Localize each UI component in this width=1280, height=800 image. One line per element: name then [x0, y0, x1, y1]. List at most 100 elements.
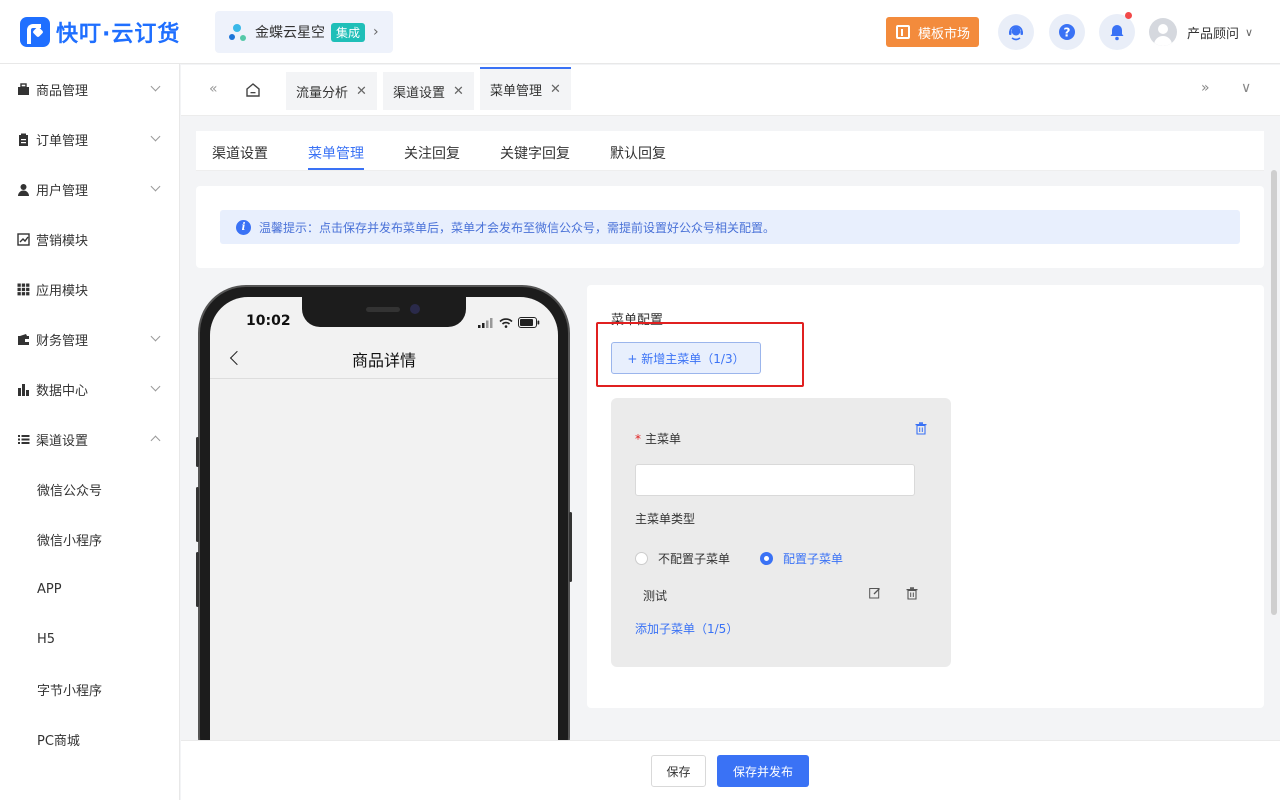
delete-submenu-icon[interactable]	[906, 587, 918, 600]
close-icon[interactable]: ✕	[453, 84, 464, 99]
sidebar-item-marketing[interactable]: 营销模块	[0, 214, 179, 264]
tab-channel-settings[interactable]: 渠道设置 ✕	[383, 72, 474, 110]
wifi-icon	[499, 317, 513, 328]
user-name: 产品顾问	[1187, 26, 1240, 42]
user-icon	[18, 183, 29, 196]
app-logo[interactable]: 快叮·云订货	[20, 16, 180, 48]
active-tab-indicator	[308, 168, 364, 170]
chevron-down-icon[interactable]: ∨	[1241, 80, 1251, 96]
required-mark: *	[635, 432, 641, 446]
main-menu-label-text: 主菜单	[645, 432, 682, 446]
main-menu-editor: * 主菜单 主菜单类型 不配置子菜单 配置子菜单 测试 添加子菜单（1/5）	[611, 398, 951, 667]
home-icon[interactable]	[244, 81, 262, 99]
sidebar: 商品管理 订单管理 用户管理 营销模块 应用模块 财务管理 数据中心 渠道设置 …	[0, 64, 180, 800]
phone-time: 10:02	[246, 313, 291, 329]
scroll-left-icon[interactable]: «	[209, 81, 218, 97]
template-market-label: 模板市场	[918, 26, 971, 42]
sidebar-subitem-bytedance[interactable]: 字节小程序	[0, 664, 179, 714]
customer-service-icon[interactable]	[998, 14, 1034, 50]
submenu-item: 测试	[643, 589, 668, 603]
tab-keyword-reply[interactable]: 关键字回复	[500, 143, 570, 163]
phone-side-button	[196, 487, 199, 542]
sidebar-subitem-wechat-oa[interactable]: 微信公众号	[0, 464, 179, 514]
sidebar-subitem-h5[interactable]: H5	[0, 614, 179, 664]
sidebar-item-finance[interactable]: 财务管理	[0, 314, 179, 364]
top-header: 快叮·云订货 金蝶云星空 集成 › 模板市场 ? 产品顾问 ∨	[0, 0, 1280, 64]
phone-notch	[302, 297, 466, 327]
phone-side-button	[196, 552, 199, 607]
org-badge: 集成	[331, 22, 366, 42]
sidebar-item-label: 订单管理	[36, 133, 89, 149]
close-icon[interactable]: ✕	[550, 82, 561, 97]
bar-chart-icon	[18, 383, 29, 396]
sidebar-item-label: 渠道设置	[36, 433, 89, 449]
user-menu[interactable]: 产品顾问 ∨	[1149, 18, 1253, 46]
radio-with-submenu[interactable]	[760, 552, 774, 565]
chevron-down-icon	[150, 331, 161, 342]
radio-no-submenu-label[interactable]: 不配置子菜单	[658, 550, 730, 567]
radio-no-submenu[interactable]	[635, 552, 648, 565]
sidebar-item-label: 商品管理	[36, 83, 89, 99]
tab-traffic-analysis[interactable]: 流量分析 ✕	[286, 72, 377, 110]
box-icon	[18, 82, 29, 95]
main-menu-input[interactable]	[635, 464, 915, 496]
delete-main-menu-icon[interactable]	[915, 422, 927, 435]
notification-bell-icon[interactable]	[1099, 12, 1135, 50]
scrollbar[interactable]	[1271, 170, 1277, 615]
menu-type-radios: 不配置子菜单 配置子菜单	[635, 550, 843, 567]
phone-page-title: 商品详情	[351, 351, 416, 370]
wallet-icon	[18, 333, 29, 345]
tab-label: 渠道设置	[393, 85, 446, 101]
page-tab-strip: « 流量分析 ✕ 渠道设置 ✕ 菜单管理 ✕ » ∨	[181, 65, 1280, 116]
template-market-button[interactable]: 模板市场	[886, 17, 979, 47]
chevron-down-icon	[150, 381, 161, 392]
chevron-down-icon	[150, 181, 161, 192]
add-main-menu-button[interactable]: + 新增主菜单（1/3）	[611, 342, 761, 374]
tab-menu-management-inner[interactable]: 菜单管理	[308, 143, 364, 163]
menu-config-card: 菜单配置 + 新增主菜单（1/3） * 主菜单 主菜单类型 不配置子菜单 配置子菜…	[587, 285, 1264, 708]
scroll-right-icon[interactable]: »	[1201, 80, 1210, 96]
notice-card: i 温馨提示：点击保存并发布菜单后，菜单才会发布至微信公众号，需提前设置好公众号…	[196, 186, 1264, 268]
sidebar-subitem-pc-mall[interactable]: PC商城	[0, 714, 179, 764]
phone-status-icons	[478, 317, 540, 328]
edit-icon[interactable]	[869, 587, 881, 599]
sidebar-item-orders[interactable]: 订单管理	[0, 114, 179, 164]
list-icon	[18, 434, 30, 444]
org-switcher[interactable]: 金蝶云星空 集成 ›	[215, 11, 393, 53]
save-publish-button[interactable]: 保存并发布	[717, 755, 809, 787]
chevron-down-icon: ∨	[1245, 25, 1254, 39]
save-button[interactable]: 保存	[651, 755, 706, 787]
sidebar-item-label: 应用模块	[36, 283, 89, 299]
radio-with-submenu-label[interactable]: 配置子菜单	[783, 550, 843, 567]
sidebar-item-goods[interactable]: 商品管理	[0, 64, 179, 114]
sidebar-item-channel[interactable]: 渠道设置	[0, 414, 179, 464]
sidebar-item-label: 数据中心	[36, 383, 89, 399]
notice-banner: i 温馨提示：点击保存并发布菜单后，菜单才会发布至微信公众号，需提前设置好公众号…	[220, 210, 1240, 244]
logo-text: 快叮·云订货	[56, 22, 181, 47]
chevron-down-icon	[150, 81, 161, 92]
tab-channel-settings-inner[interactable]: 渠道设置	[212, 143, 268, 163]
sidebar-item-data[interactable]: 数据中心	[0, 364, 179, 414]
sidebar-item-label: 用户管理	[36, 183, 89, 199]
chevron-down-icon	[150, 131, 161, 142]
menu-config-title: 菜单配置	[611, 313, 664, 328]
template-icon	[896, 25, 910, 39]
tab-follow-reply[interactable]: 关注回复	[404, 143, 460, 163]
tab-menu-management[interactable]: 菜单管理 ✕	[480, 67, 571, 110]
sidebar-item-label: 财务管理	[36, 333, 89, 349]
sidebar-subitem-app[interactable]: APP	[0, 564, 179, 614]
help-icon[interactable]: ?	[1049, 14, 1085, 50]
tab-default-reply[interactable]: 默认回复	[610, 143, 666, 163]
sidebar-item-apps[interactable]: 应用模块	[0, 264, 179, 314]
sidebar-subitem-wechat-mini[interactable]: 微信小程序	[0, 514, 179, 564]
inner-tabs: 渠道设置 菜单管理 关注回复 关键字回复 默认回复	[196, 131, 1264, 171]
add-submenu-link[interactable]: 添加子菜单（1/5）	[635, 620, 738, 637]
main-menu-type-label: 主菜单类型	[635, 512, 696, 526]
main-menu-label: * 主菜单	[635, 430, 681, 447]
sidebar-item-users[interactable]: 用户管理	[0, 164, 179, 214]
logo-mark-icon	[20, 17, 50, 47]
close-icon[interactable]: ✕	[356, 84, 367, 99]
avatar	[1149, 18, 1177, 46]
phone-side-button	[196, 437, 199, 467]
sidebar-item-label: 营销模块	[36, 233, 89, 249]
